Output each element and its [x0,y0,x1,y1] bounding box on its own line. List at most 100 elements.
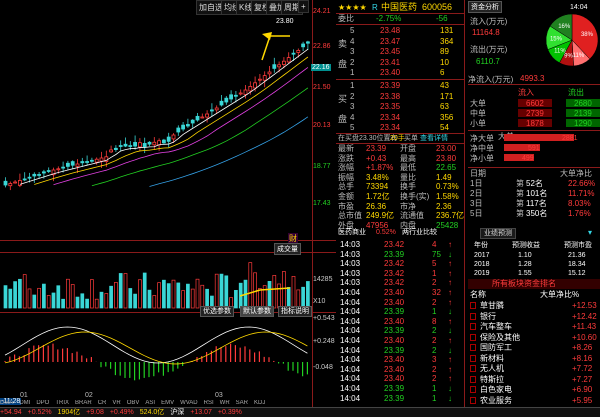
indicator-help-button[interactable]: 指标说明 [278,306,312,317]
forecast-panel: 业绩预测 ▾ 年份 预测收益 预测市盈 2017 1.10 21.36 2018 1.28 1… [468,228,600,278]
volume-bar [46,295,51,309]
volume-bar [147,289,152,309]
volume-bar [51,292,56,309]
volume-bar [32,294,37,309]
indicator-tab[interactable]: OBV [127,400,140,406]
candle-body [152,141,157,146]
indicator-tab[interactable]: SAR [236,400,248,406]
candle-body [185,124,190,127]
sector-rank-icon [470,323,476,330]
volume-bar [18,278,22,309]
volume-bar [104,293,109,309]
sector-row[interactable]: 新材料 +8.16 [468,354,600,363]
indicator-tab[interactable]: DMA [0,400,13,406]
candle-body [277,64,282,68]
status-item: +54.94 [0,409,22,416]
pie-label: 11% [554,49,566,55]
quote-row: 最新 23.39 开盘 23.00 [338,144,457,153]
volume-bar [219,273,224,309]
forecast-row: 2018 1.28 18.34 [474,261,586,268]
arrow-up-icon: ↑ [448,259,452,269]
sector-row[interactable]: 保险及其他 +10.60 [468,333,600,342]
sector-row[interactable]: 汽车整车 +11.43 [468,322,600,331]
indicator-tab[interactable]: ASI [145,400,155,406]
buy-row[interactable]: 3 23.35 63 [336,102,464,111]
forecast-dropdown-icon[interactable]: ▾ [588,228,592,237]
sector-row[interactable]: 草甘膦 +12.53 [468,301,600,310]
big-order-notice[interactable]: 在买盘23.30位置有 20手 买单 查看详情 [336,134,464,143]
sector-row[interactable]: 银行 +12.42 [468,312,600,321]
indicator-tab[interactable]: CR [98,400,107,406]
sector-row[interactable]: 特斯拉 +7.27 [468,375,600,384]
rank-row: 1日第 52名 22.66% [470,179,596,188]
volume-bar [13,281,17,309]
sell-row[interactable]: 3 23.45 89 [336,47,464,56]
volume-bar [99,291,104,309]
tick-row: 14:04 23.39 2 ↓ [340,345,452,355]
indicator-tab[interactable]: BRAR [75,400,92,406]
buy-row[interactable]: 5 23.34 54 [336,123,464,132]
tick-row: 14:03 23.42 1 ↑ [340,268,452,278]
indicator-tab[interactable]: TRIX [55,400,69,406]
candle-body [291,52,296,55]
candle-body [22,178,27,181]
indicator-tab[interactable]: DPO [36,400,49,406]
sector-row[interactable]: 无人机 +7.72 [468,364,600,373]
candle-body [205,113,210,118]
arrow-down-icon: ↓ [448,384,452,393]
candle-body [13,181,18,184]
quote-row: 金额 1.72亿 换手(实) 1.58% [338,192,459,201]
indicator-tab[interactable]: EMV [161,400,174,406]
sell-row[interactable]: 1 23.40 6 [336,68,464,77]
ma-line [149,116,309,187]
indicator-tabs: DMA DMI DPO TRIX BRAR CR VR OBV ASI EMV WVAD RSI WR S… [0,400,312,407]
capital-time: 14:04 [570,4,588,11]
net-order-row: 净中单 591 [470,144,540,153]
sector-row[interactable]: 农业服务 +5.95 [468,396,600,405]
arrow-down-icon: ↓ [448,307,452,317]
optimal-params-button[interactable]: 优选参数 [200,306,234,317]
buy-row[interactable]: 4 23.34 356 [336,113,464,122]
sector-row[interactable]: 国防军工 +8.26 [468,343,600,352]
rating-tag: R [372,3,378,12]
arrow-down-icon: ↓ [448,326,452,336]
indicator-tab[interactable]: VR [112,400,120,406]
status-item: 524.0亿 [139,409,165,416]
forecast-tab[interactable]: 业绩预测 [480,228,516,239]
pie-label: 15% [550,36,563,42]
candle-body [3,180,8,186]
indicator-tab[interactable]: KDJ [254,400,265,406]
sector-panel: 所有板块资金排名 名称 大单净比% 草甘膦 +12.53 银行 +12.42 汽车整车 +1… [468,279,600,407]
sell-row[interactable]: 2 23.41 10 [336,58,464,67]
quote-row: 总市值 249.9亿 流通值 236.7亿 [338,211,465,221]
sell-row[interactable]: 5 23.48 131 [336,26,464,35]
arrow-up-icon: ↑ [448,336,452,345]
volume-tab[interactable]: 成交量 [274,243,301,255]
volume-bar [162,279,166,309]
arrow-up-icon: ↑ [448,278,452,288]
candle-body [37,174,41,176]
indicator-tab[interactable]: RSI [204,400,214,406]
volume-bar [75,296,80,309]
volume-bar [66,278,70,309]
candle-body [61,166,65,169]
volume-bar [181,290,185,309]
volume-bar [277,283,281,309]
indicator-tab[interactable]: DMI [19,400,30,406]
default-params-button[interactable]: 默认参数 [240,306,274,317]
buy-row[interactable]: 1 23.39 43 [336,81,464,90]
volume-bar [123,273,128,309]
outflow-label: 流出(万元) [470,45,508,54]
buy-row[interactable]: 2 23.38 171 [336,92,464,101]
quote-row: 市盈 26.36 市净 2.36 [338,201,452,211]
indicator-tab[interactable]: WR [220,400,230,406]
indicator-tab[interactable]: WVAD [180,400,198,406]
volume-bar [138,279,142,309]
tick-row: 14:04 23.40 3 ↑ [340,355,452,365]
sector-row[interactable]: 白色家电 +6.90 [468,385,600,394]
volume-bar [152,295,157,309]
sell-row[interactable]: 4 23.47 364 [336,37,464,46]
volume-bar [224,275,229,309]
trend-arrow [261,35,290,61]
status-item: +13.07 [190,409,212,416]
